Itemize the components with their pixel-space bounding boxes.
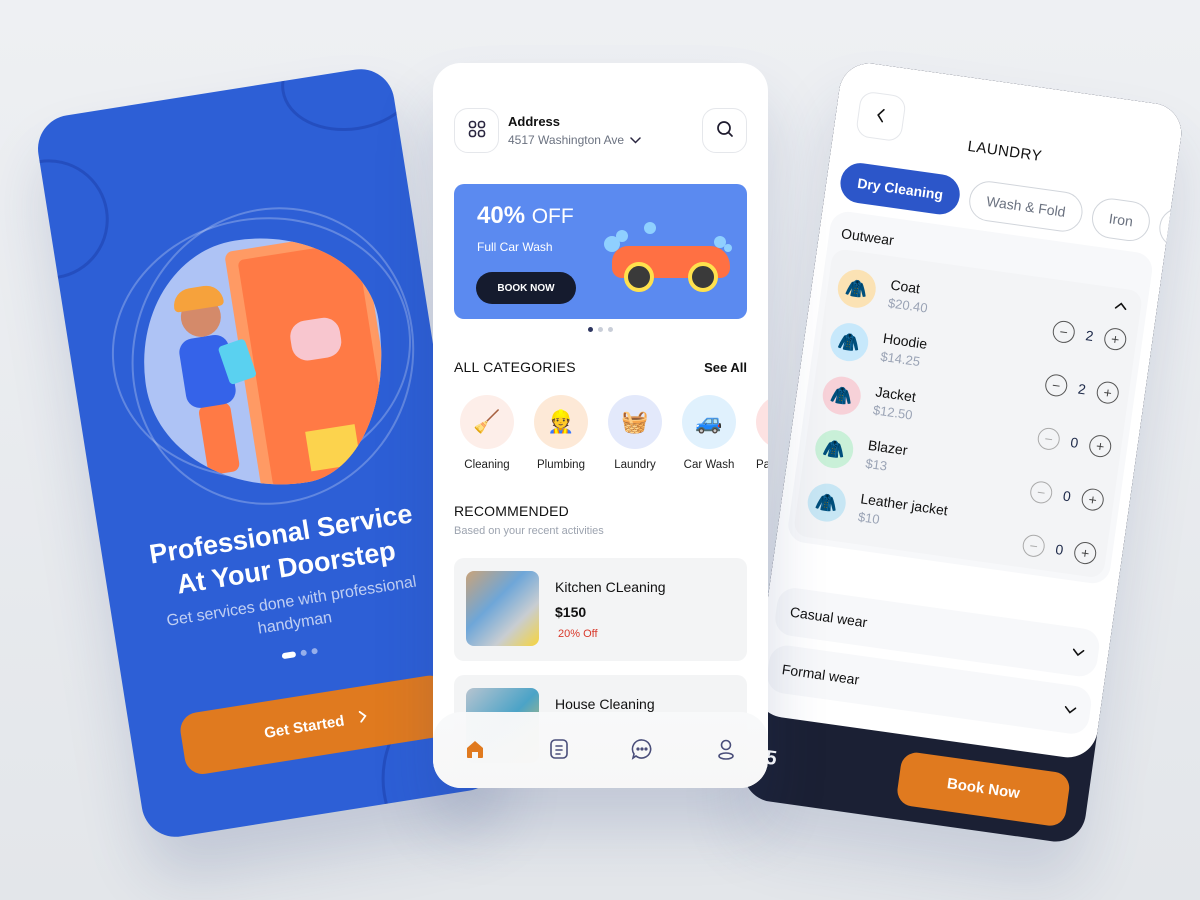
tab-profile[interactable] — [706, 730, 746, 770]
quantity-value: 0 — [1054, 540, 1065, 558]
tab-dry-cleaning[interactable]: Dry Cleaning — [837, 160, 963, 217]
decorative-arc — [33, 150, 118, 289]
decrease-button[interactable]: − — [1036, 426, 1062, 452]
jacket-icon: 🧥 — [820, 374, 864, 418]
increase-button[interactable]: + — [1102, 326, 1128, 352]
categories-header: ALL CATEGORIES See All — [454, 359, 747, 375]
header: Address 4517 Washington Ave — [454, 108, 747, 153]
leather-jacket-icon: 🧥 — [805, 481, 849, 525]
recommended-header: RECOMMENDED — [454, 503, 747, 519]
home-icon — [464, 738, 486, 763]
book-now-button[interactable]: Book Now — [895, 750, 1072, 828]
quantity-value: 0 — [1061, 487, 1072, 505]
promo-subtitle: Full Car Wash — [477, 240, 553, 254]
carousel-dot-active[interactable] — [588, 327, 593, 332]
item-list: 🧥 Coat $20.40 − 2 + 🧥 Hoodie $14.25 − 2 … — [792, 248, 1144, 579]
quantity-value: 2 — [1077, 380, 1087, 398]
category-car-wash[interactable]: 🚙 Car Wash — [682, 395, 736, 471]
home-screen: Address 4517 Washington Ave 40% OFF Full… — [433, 63, 768, 788]
chevron-right-icon — [357, 708, 370, 726]
tab-wash-fold[interactable]: Wash & Fold — [966, 178, 1086, 235]
tab-orders[interactable] — [539, 730, 579, 770]
discount-badge: 20% Off — [558, 628, 598, 640]
plumber-icon: 👷 — [534, 395, 588, 449]
recommended-card[interactable]: Kitchen CLeaning $150 20% Off — [454, 558, 747, 661]
quantity-value: 2 — [1084, 327, 1095, 345]
category-plumbing[interactable]: 👷 Plumbing — [534, 395, 588, 471]
laundry-screen: LAUNDRY Dry Cleaning Wash & Fold Iron Ou… — [739, 59, 1186, 846]
hoodie-icon: 🧥 — [827, 320, 871, 364]
promo-banner[interactable]: 40% OFF Full Car Wash BOOK NOW — [454, 184, 747, 319]
promo-headline: 40% OFF — [477, 202, 574, 229]
coat-icon: 🧥 — [835, 267, 879, 311]
page-dot[interactable] — [300, 649, 308, 657]
decrease-button[interactable]: − — [1051, 319, 1077, 345]
address-value: 4517 Washington Ave — [508, 133, 625, 147]
car-wash-illustration — [604, 222, 734, 292]
page-dot-active[interactable] — [281, 651, 297, 660]
laundry-basket-icon: 🧺 — [608, 395, 662, 449]
broom-bucket-icon: 🧹 — [460, 395, 514, 449]
chevron-up-icon[interactable] — [1114, 296, 1128, 314]
grid-icon — [468, 120, 486, 141]
carousel-dot[interactable] — [598, 327, 603, 332]
car-wash-icon: 🚙 — [682, 395, 736, 449]
see-all-link[interactable]: See All — [704, 360, 747, 375]
tab-more[interactable] — [1156, 205, 1186, 251]
increase-button[interactable]: + — [1095, 380, 1121, 406]
quantity-value: 0 — [1069, 434, 1080, 451]
package-illustration — [305, 424, 361, 472]
blazer-icon: 🧥 — [812, 427, 856, 471]
chevron-down-icon — [630, 133, 641, 147]
decorative-arc — [273, 64, 428, 141]
page-dot[interactable] — [311, 647, 319, 655]
decrease-button[interactable]: − — [1028, 479, 1054, 505]
increase-button[interactable]: + — [1072, 540, 1098, 566]
quantity-stepper: − 0 + — [1021, 533, 1098, 566]
section-title: ALL CATEGORIES — [454, 359, 576, 375]
menu-button[interactable] — [454, 108, 499, 153]
category-laundry[interactable]: 🧺 Laundry — [608, 395, 662, 471]
decrease-button[interactable]: − — [1043, 372, 1069, 398]
chat-icon — [631, 738, 653, 763]
address-selector[interactable]: Address 4517 Washington Ave — [508, 114, 702, 147]
chevron-down-icon — [1063, 701, 1077, 719]
section-title: RECOMMENDED — [454, 503, 569, 519]
category-painting[interactable]: Pa — [756, 395, 768, 471]
category-list: 🧹 Cleaning 👷 Plumbing 🧺 Laundry 🚙 Car Wa… — [460, 395, 768, 471]
carousel-dot[interactable] — [608, 327, 613, 332]
service-thumbnail — [466, 571, 539, 646]
tab-chat[interactable] — [622, 730, 662, 770]
tab-iron[interactable]: Iron — [1089, 195, 1153, 244]
increase-button[interactable]: + — [1087, 433, 1113, 459]
carousel-indicator — [433, 327, 768, 332]
search-button[interactable] — [702, 108, 747, 153]
search-icon — [716, 120, 734, 141]
painting-icon — [756, 395, 768, 449]
bottom-navigation — [433, 712, 768, 788]
category-cleaning[interactable]: 🧹 Cleaning — [460, 395, 514, 471]
book-now-promo-button[interactable]: BOOK NOW — [476, 272, 576, 304]
decrease-button[interactable]: − — [1021, 533, 1047, 559]
chevron-down-icon — [1071, 643, 1085, 661]
document-icon — [549, 738, 569, 763]
recommended-subtitle: Based on your recent activities — [454, 525, 604, 537]
tab-home[interactable] — [455, 730, 495, 770]
section-outwear: Outwear 🧥 Coat $20.40 − 2 + 🧥 Hoodie $14… — [786, 209, 1155, 586]
increase-button[interactable]: + — [1080, 487, 1106, 513]
user-icon — [716, 738, 736, 763]
